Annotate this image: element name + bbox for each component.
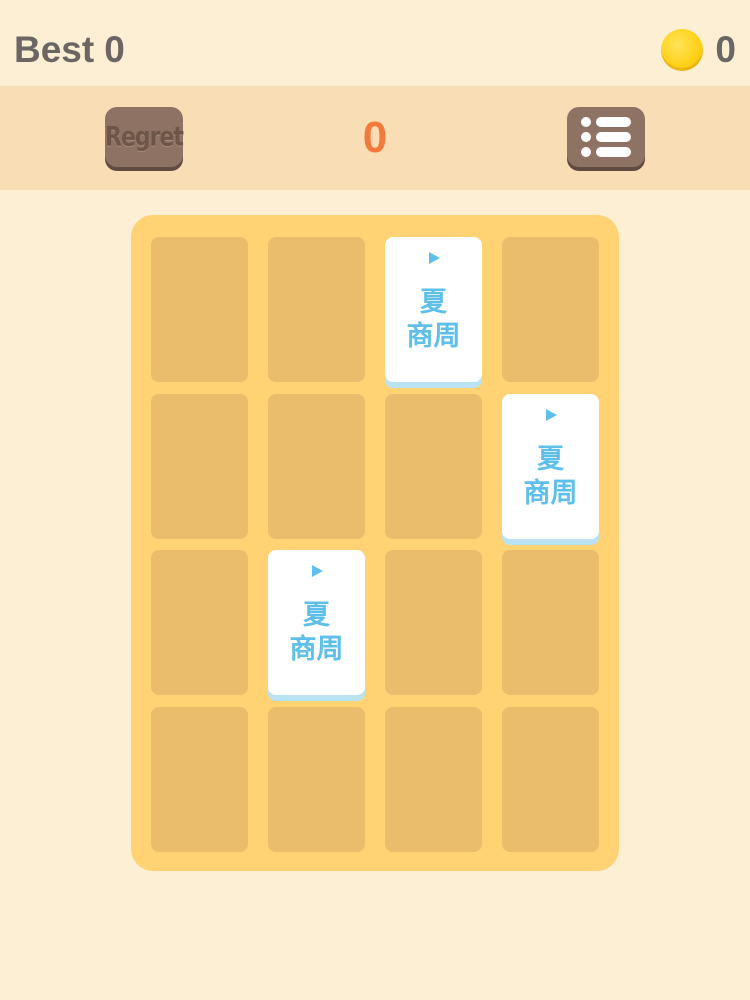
flag-icon xyxy=(546,409,557,421)
board-cell xyxy=(502,707,599,852)
tile-line-2: 商周 xyxy=(289,634,344,665)
tile-line-2: 商周 xyxy=(523,478,578,509)
best-score: Best 0 xyxy=(14,28,125,72)
tile[interactable]: 夏商周 xyxy=(268,550,365,695)
board-cell xyxy=(268,237,365,382)
menu-button[interactable] xyxy=(567,107,645,167)
coin-count: 0 xyxy=(715,29,736,70)
board-cell xyxy=(385,707,482,852)
board-cell xyxy=(385,394,482,539)
board-cell xyxy=(502,550,599,695)
tile-line-2: 商周 xyxy=(406,321,461,352)
tile-line-1: 夏 xyxy=(303,600,330,631)
best-value: 0 xyxy=(104,29,125,70)
regret-label: Regret xyxy=(105,122,184,152)
board-cell xyxy=(268,707,365,852)
coin-counter: 0 xyxy=(661,28,736,72)
tile[interactable]: 夏商周 xyxy=(502,394,599,539)
flag-icon xyxy=(312,565,323,577)
board-cell xyxy=(151,707,248,852)
top-bar: Best 0 0 xyxy=(0,0,750,86)
board-cell xyxy=(151,237,248,382)
flag-icon xyxy=(429,252,440,264)
board-cell xyxy=(151,394,248,539)
tile[interactable]: 夏商周 xyxy=(385,237,482,382)
menu-list-icon xyxy=(581,117,631,157)
board-cell xyxy=(151,550,248,695)
best-label: Best xyxy=(14,29,95,70)
board-cell xyxy=(502,237,599,382)
gold-coin-icon xyxy=(661,29,704,71)
board-cell xyxy=(268,394,365,539)
current-score: 0 xyxy=(362,113,388,162)
tile-line-1: 夏 xyxy=(420,287,447,318)
game-board: 夏商周夏商周夏商周 xyxy=(131,215,619,871)
action-bar: Regret 0 xyxy=(0,86,750,190)
regret-button[interactable]: Regret xyxy=(105,107,184,167)
tile-line-1: 夏 xyxy=(537,444,564,475)
board-cell xyxy=(385,550,482,695)
